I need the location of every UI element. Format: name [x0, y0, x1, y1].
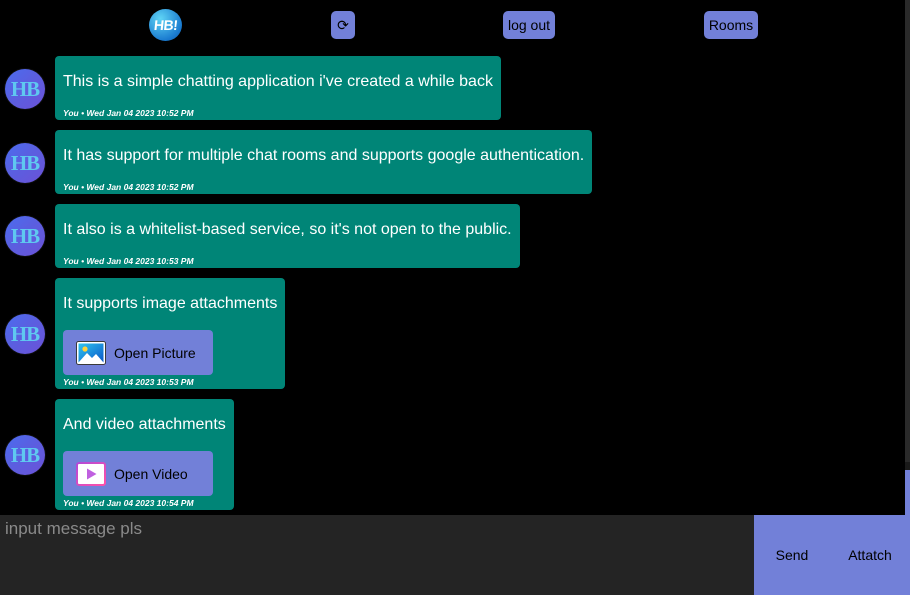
- logout-button[interactable]: log out: [503, 11, 555, 39]
- image-icon: [76, 340, 106, 365]
- refresh-button[interactable]: ⟳: [331, 11, 355, 39]
- message-meta: You • Wed Jan 04 2023 10:53 PM: [63, 256, 194, 266]
- message-bubble: And video attachments Open Video You • W…: [55, 399, 234, 510]
- message-bubble: It has support for multiple chat rooms a…: [55, 130, 592, 194]
- avatar: HB: [5, 435, 45, 475]
- message-meta: You • Wed Jan 04 2023 10:52 PM: [63, 182, 194, 192]
- composer-actions: Send Attatch: [754, 515, 910, 595]
- top-nav: HB! ⟳ log out Rooms: [0, 0, 910, 50]
- chat-scrollbar[interactable]: [905, 0, 910, 515]
- avatar: HB: [5, 69, 45, 109]
- open-video-button[interactable]: Open Video: [63, 451, 213, 496]
- open-picture-button[interactable]: Open Picture: [63, 330, 213, 375]
- message-text: And video attachments: [63, 416, 226, 433]
- message-text: It supports image attachments: [63, 295, 278, 312]
- app-logo[interactable]: HB!: [149, 9, 182, 41]
- message-meta: You • Wed Jan 04 2023 10:54 PM: [63, 498, 194, 508]
- message-bubble: This is a simple chatting application i'…: [55, 56, 501, 120]
- message-meta: You • Wed Jan 04 2023 10:52 PM: [63, 108, 194, 118]
- refresh-icon: ⟳: [337, 16, 349, 33]
- avatar-text: HB: [10, 321, 40, 346]
- attach-button[interactable]: Attatch: [830, 515, 910, 595]
- message-bubble: It supports image attachments Open Pictu…: [55, 278, 285, 389]
- avatar-text: HB: [10, 150, 40, 175]
- message-meta: You • Wed Jan 04 2023 10:53 PM: [63, 377, 194, 387]
- message-text: This is a simple chatting application i'…: [63, 73, 493, 90]
- avatar: HB: [5, 143, 45, 183]
- open-picture-label: Open Picture: [114, 344, 196, 361]
- video-icon: [76, 461, 106, 486]
- avatar-text: HB: [10, 76, 40, 101]
- avatar: HB: [5, 216, 45, 256]
- avatar-text: HB: [10, 442, 40, 467]
- logo-text: HB!: [152, 17, 179, 33]
- message-text: It also is a whitelist-based service, so…: [63, 221, 512, 238]
- scrollbar-thumb[interactable]: [905, 470, 910, 515]
- rooms-button[interactable]: Rooms: [704, 11, 758, 39]
- message-bubble: It also is a whitelist-based service, so…: [55, 204, 520, 268]
- message-composer: Send Attatch: [0, 515, 910, 595]
- avatar: HB: [5, 314, 45, 354]
- scrollbar-track-upper: [905, 0, 910, 462]
- message-text: It has support for multiple chat rooms a…: [63, 147, 585, 164]
- open-video-label: Open Video: [114, 465, 188, 482]
- send-button[interactable]: Send: [754, 515, 830, 595]
- avatar-text: HB: [10, 223, 40, 248]
- message-input[interactable]: [0, 515, 754, 595]
